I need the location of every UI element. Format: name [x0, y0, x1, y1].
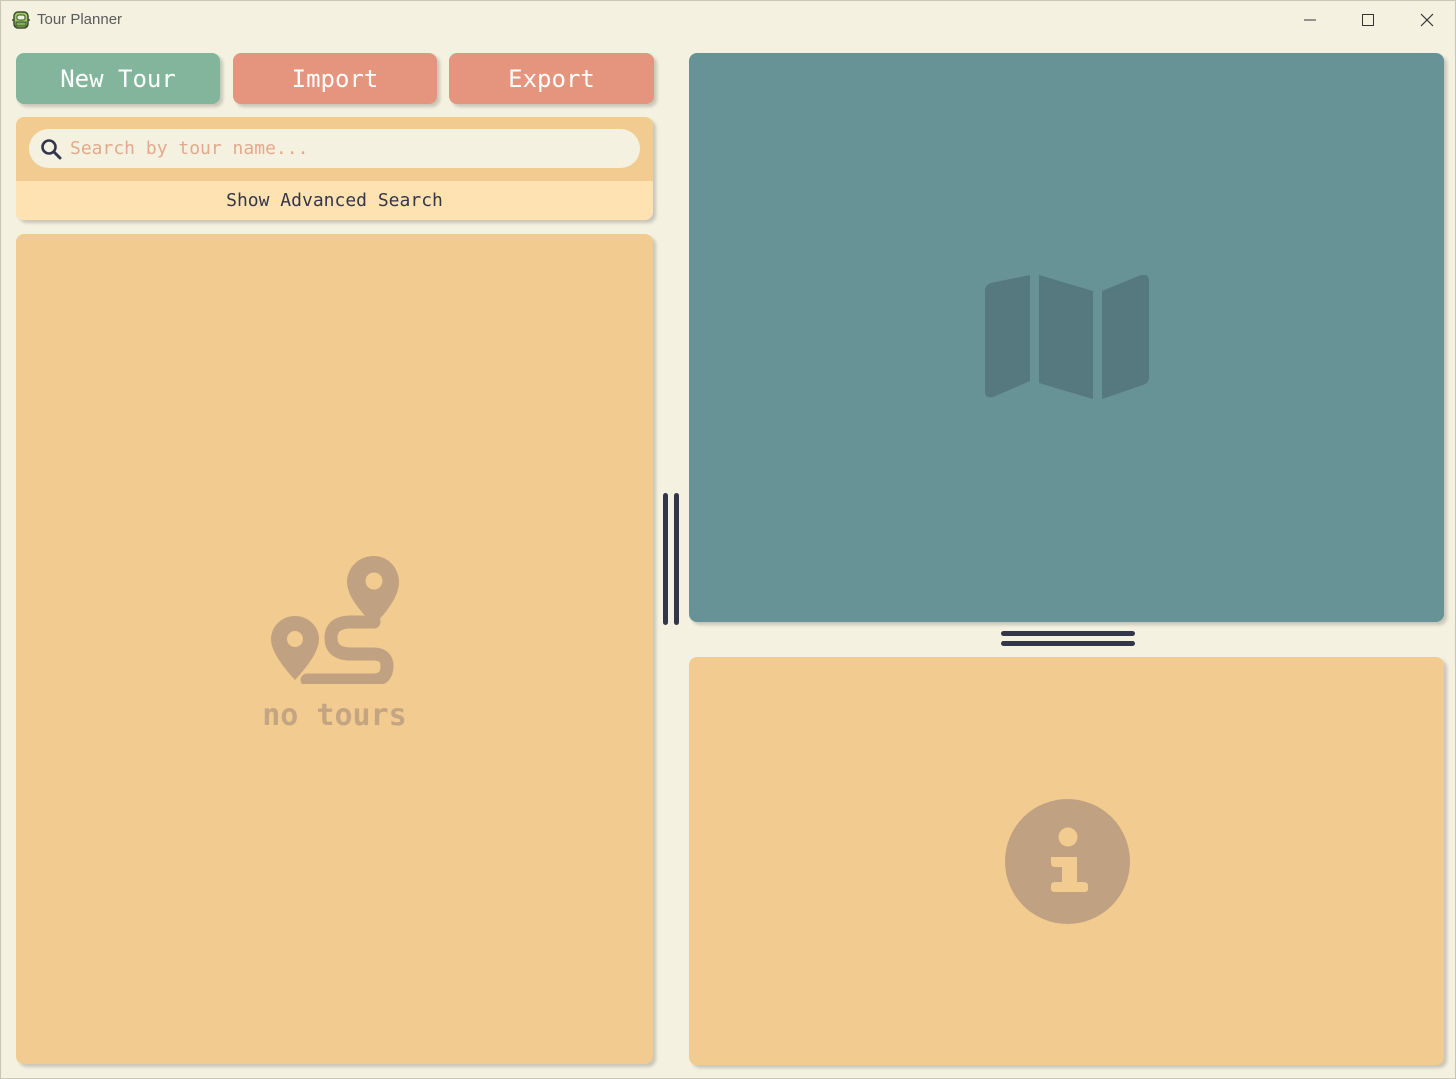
show-advanced-search-button[interactable]: Show Advanced Search — [16, 181, 653, 220]
search-field[interactable] — [29, 129, 640, 168]
app-logo-icon — [12, 11, 30, 29]
minimize-icon — [1304, 19, 1316, 21]
horizontal-splitter-handle[interactable] — [1001, 630, 1135, 649]
search-input[interactable] — [70, 129, 630, 168]
export-button[interactable]: Export — [449, 53, 654, 104]
close-icon — [1420, 13, 1434, 27]
tour-list-panel[interactable]: no tours — [16, 234, 653, 1064]
map-icon — [985, 275, 1149, 399]
vertical-splitter-handle[interactable] — [662, 493, 681, 625]
close-button[interactable] — [1398, 1, 1456, 39]
tour-details-panel — [689, 657, 1444, 1065]
search-icon — [41, 139, 62, 160]
new-tour-button[interactable]: New Tour — [16, 53, 220, 104]
maximize-button[interactable] — [1339, 1, 1397, 39]
maximize-icon — [1362, 14, 1374, 26]
import-button[interactable]: Import — [233, 53, 437, 104]
title-bar[interactable]: Tour Planner — [1, 1, 1455, 39]
empty-state-label: no tours — [262, 698, 407, 733]
app-window: Tour Planner New Tour Import Export Sear… — [0, 0, 1456, 1079]
route-icon — [271, 556, 399, 684]
search-panel: Show Advanced Search — [16, 117, 653, 220]
map-panel[interactable] — [689, 53, 1444, 622]
info-icon — [1005, 799, 1130, 924]
window-title: Tour Planner — [37, 11, 123, 28]
minimize-button[interactable] — [1281, 1, 1339, 39]
